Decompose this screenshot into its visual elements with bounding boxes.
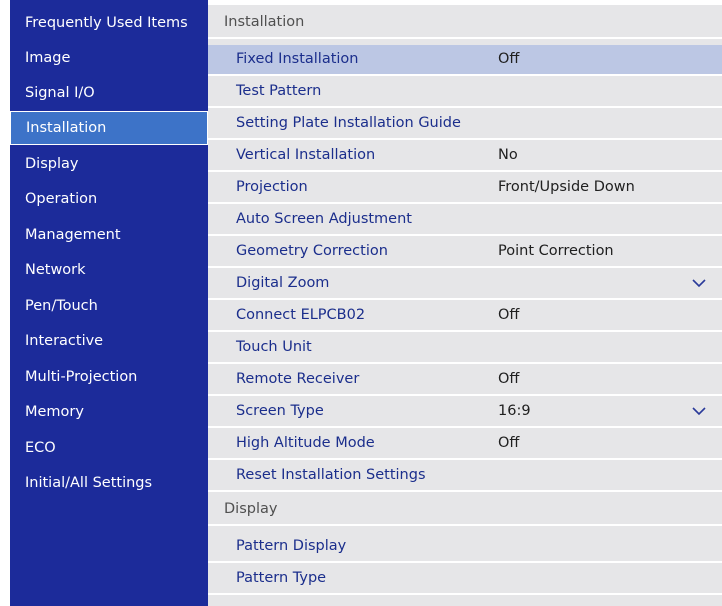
sidebar-item-image[interactable]: Image (10, 41, 208, 75)
setting-label: Screen Type (236, 403, 324, 419)
setting-label: Remote Receiver (236, 371, 360, 387)
setting-row-fixed-installation[interactable]: Fixed Installation Off (208, 45, 722, 76)
sidebar-item-label: Interactive (25, 333, 104, 349)
setting-label: High Altitude Mode (236, 435, 375, 451)
sidebar-item-label: Multi-Projection (25, 369, 138, 385)
section-header-installation: Installation (208, 8, 722, 39)
sidebar-item-multi-projection[interactable]: Multi-Projection (10, 360, 208, 394)
setting-value: Off (498, 51, 520, 67)
setting-label: Auto Screen Adjustment (236, 211, 412, 227)
sidebar-item-label: Management (25, 227, 121, 243)
setting-row-reset-installation-settings[interactable]: Reset Installation Settings (208, 461, 722, 492)
chevron-down-icon[interactable] (692, 405, 706, 417)
sidebar-item-label: Memory (25, 404, 84, 420)
sidebar-item-initial-all-settings[interactable]: Initial/All Settings (10, 466, 208, 500)
setting-value: Off (498, 435, 520, 451)
sidebar-item-label: Operation (25, 191, 98, 207)
partially-visible-row (208, 600, 722, 606)
section-header-display: Display (208, 495, 722, 526)
setting-label: Digital Zoom (236, 275, 330, 291)
setting-value: No (498, 147, 518, 163)
setting-value: Off (498, 371, 520, 387)
setting-row-high-altitude-mode[interactable]: High Altitude Mode Off (208, 429, 722, 460)
setting-label: Vertical Installation (236, 147, 376, 163)
setting-row-auto-screen-adjustment[interactable]: Auto Screen Adjustment (208, 205, 722, 236)
setting-value: Off (498, 307, 520, 323)
sidebar-item-label: Image (25, 50, 71, 66)
setting-row-projection[interactable]: Projection Front/Upside Down (208, 173, 722, 204)
sidebar-item-frequently-used-items[interactable]: Frequently Used Items (10, 6, 208, 40)
setting-label: Connect ELPCB02 (236, 307, 366, 323)
setting-row-setting-plate-installation-guide[interactable]: Setting Plate Installation Guide (208, 109, 722, 140)
sidebar-item-pen-touch[interactable]: Pen/Touch (10, 289, 208, 323)
sidebar-item-memory[interactable]: Memory (10, 395, 208, 429)
setting-row-remote-receiver[interactable]: Remote Receiver Off (208, 365, 722, 396)
section-header-label: Display (224, 501, 278, 517)
sidebar-item-interactive[interactable]: Interactive (10, 324, 208, 358)
setting-label: Projection (236, 179, 308, 195)
setting-row-test-pattern[interactable]: Test Pattern (208, 77, 722, 108)
sidebar-item-label: Initial/All Settings (25, 475, 153, 491)
sidebar-item-label: Signal I/O (25, 85, 95, 101)
setting-row-touch-unit[interactable]: Touch Unit (208, 333, 722, 364)
category-sidebar: Frequently Used Items Image Signal I/O I… (10, 0, 208, 606)
setting-row-digital-zoom[interactable]: Digital Zoom (208, 269, 722, 300)
setting-value: 16:9 (498, 403, 531, 419)
sidebar-item-label: Display (25, 156, 79, 172)
sidebar-item-eco[interactable]: ECO (10, 431, 208, 465)
setting-value: Front/Upside Down (498, 179, 635, 195)
setting-label: Pattern Type (236, 570, 327, 586)
setting-row-pattern-display[interactable]: Pattern Display (208, 532, 722, 563)
setting-label: Touch Unit (236, 339, 312, 355)
settings-panel: Installation Fixed Installation Off Test… (208, 0, 722, 606)
setting-label: Setting Plate Installation Guide (236, 115, 461, 131)
sidebar-item-label: Network (25, 262, 86, 278)
sidebar-item-label: ECO (25, 440, 56, 456)
sidebar-item-installation[interactable]: Installation (10, 111, 208, 145)
setting-row-vertical-installation[interactable]: Vertical Installation No (208, 141, 722, 172)
setting-row-screen-type[interactable]: Screen Type 16:9 (208, 397, 722, 428)
setting-row-connect-elpcb02[interactable]: Connect ELPCB02 Off (208, 301, 722, 332)
setting-label: Fixed Installation (236, 51, 359, 67)
sidebar-item-label: Installation (26, 120, 107, 136)
sidebar-item-network[interactable]: Network (10, 253, 208, 287)
sidebar-item-signal-io[interactable]: Signal I/O (10, 76, 208, 110)
setting-value: Point Correction (498, 243, 614, 259)
sidebar-item-display[interactable]: Display (10, 147, 208, 181)
sidebar-item-label: Frequently Used Items (25, 15, 188, 31)
setting-row-geometry-correction[interactable]: Geometry Correction Point Correction (208, 237, 722, 268)
setting-label: Pattern Display (236, 538, 347, 554)
sidebar-item-operation[interactable]: Operation (10, 182, 208, 216)
chevron-down-icon[interactable] (692, 277, 706, 289)
setting-label: Geometry Correction (236, 243, 388, 259)
sidebar-item-label: Pen/Touch (25, 298, 98, 314)
setting-row-pattern-type[interactable]: Pattern Type (208, 564, 722, 595)
section-header-label: Installation (224, 14, 305, 30)
sidebar-item-management[interactable]: Management (10, 218, 208, 252)
setting-label: Test Pattern (236, 83, 322, 99)
setting-label: Reset Installation Settings (236, 467, 426, 483)
